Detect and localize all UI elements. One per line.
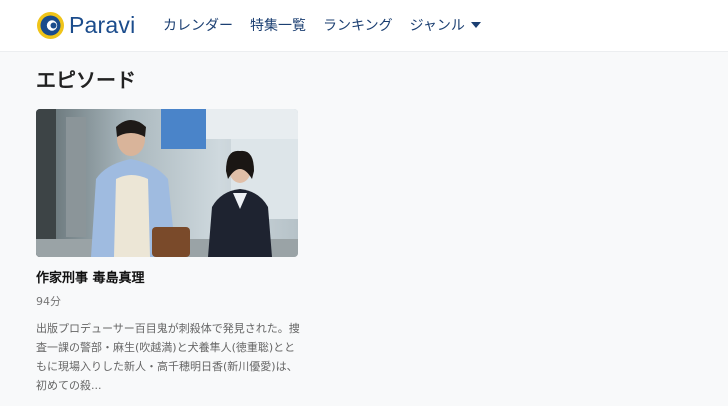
nav-features[interactable]: 特集一覧 bbox=[250, 15, 306, 35]
nav-ranking[interactable]: ランキング bbox=[323, 15, 393, 35]
paravi-logo[interactable]: Paravi bbox=[36, 10, 135, 40]
nav-genre[interactable]: ジャンル bbox=[410, 15, 481, 35]
episode-thumbnail[interactable] bbox=[36, 109, 298, 257]
top-header: Paravi カレンダー 特集一覧 ランキング ジャンル bbox=[0, 0, 728, 52]
episode-description: 出版プロデューサー百目鬼が刺殺体で発見された。捜査一課の警部・麻生(吹越満)と犬… bbox=[36, 322, 300, 392]
paravi-logo-icon bbox=[36, 11, 65, 40]
logo-text: Paravi bbox=[69, 11, 136, 38]
chevron-down-icon bbox=[470, 22, 481, 28]
episode-title[interactable]: 作家刑事 毒島真理 bbox=[36, 267, 298, 286]
episode-card[interactable]: 作家刑事 毒島真理 94分 出版プロデューサー百目鬼が刺殺体で発見された。捜査一… bbox=[36, 109, 300, 395]
section-title: エピソード bbox=[36, 68, 136, 92]
main-nav: カレンダー 特集一覧 ランキング ジャンル bbox=[163, 0, 498, 50]
episode-duration: 94分 bbox=[36, 295, 61, 308]
nav-calendar[interactable]: カレンダー bbox=[163, 15, 233, 35]
nav-genre-label: ジャンル bbox=[409, 18, 465, 34]
